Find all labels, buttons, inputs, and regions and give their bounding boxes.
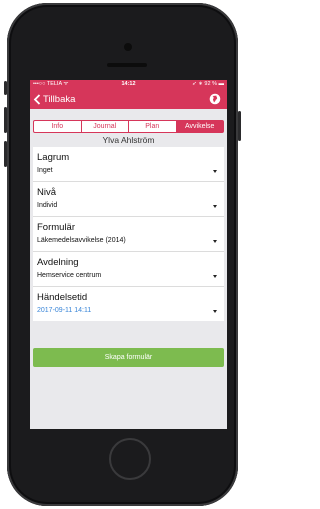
create-form-button[interactable]: Skapa formulär	[33, 348, 224, 367]
field-value: Individ	[37, 202, 58, 209]
back-label: Tillbaka	[43, 93, 76, 105]
form-fields: Lagrum Inget Nivå Individ Formulär Läkem…	[33, 147, 224, 321]
formular-select[interactable]: Formulär Läkemedelsavvikelse (2014)	[33, 217, 224, 252]
mute-switch	[4, 81, 7, 95]
tab-avvikelse[interactable]: Avvikelse	[176, 121, 223, 132]
back-button[interactable]: Tillbaka	[33, 91, 75, 107]
field-value: Hemservice centrum	[37, 272, 102, 279]
tab-journal[interactable]: Journal	[82, 121, 129, 132]
power-button	[238, 111, 241, 141]
volume-down-button	[4, 141, 7, 167]
field-label: Nivå	[37, 187, 57, 198]
avdelning-select[interactable]: Avdelning Hemservice centrum	[33, 252, 224, 287]
dropdown-arrow-icon	[213, 240, 217, 243]
home-button[interactable]	[109, 438, 151, 480]
client-name: Ylva Ahlström	[102, 135, 155, 145]
dropdown-arrow-icon	[213, 275, 217, 278]
niva-select[interactable]: Nivå Individ	[33, 182, 224, 217]
handelsetid-picker[interactable]: Händelsetid 2017-09-11 14:11	[33, 287, 224, 321]
field-value: 2017-09-11 14:11	[37, 307, 92, 314]
globe-icon[interactable]	[209, 93, 221, 105]
earpiece-speaker	[107, 63, 147, 67]
status-bar: •••○○ TELIA ᯤ 14:12 ➶ ∗ 92 % ▬	[30, 80, 227, 89]
chevron-left-icon	[33, 93, 41, 105]
front-camera	[124, 43, 132, 51]
dropdown-arrow-icon	[213, 170, 217, 173]
navigation-bar: Tillbaka	[30, 89, 227, 109]
tab-plan[interactable]: Plan	[129, 121, 177, 132]
tab-bar: Info Journal Plan Avvikelse	[33, 120, 224, 133]
field-value: Inget	[37, 167, 53, 174]
field-label: Formulär	[37, 222, 76, 233]
volume-up-button	[4, 107, 7, 133]
field-value: Läkemedelsavvikelse (2014)	[37, 237, 126, 244]
dropdown-arrow-icon	[213, 310, 217, 313]
battery-status: ➶ ∗ 92 % ▬	[192, 81, 224, 87]
dropdown-arrow-icon	[213, 205, 217, 208]
field-label: Lagrum	[37, 152, 70, 163]
field-label: Avdelning	[37, 257, 79, 268]
app-screen: •••○○ TELIA ᯤ 14:12 ➶ ∗ 92 % ▬ Tillbaka …	[30, 80, 227, 429]
lagrum-select[interactable]: Lagrum Inget	[33, 147, 224, 182]
field-label: Händelsetid	[37, 292, 88, 303]
tab-info[interactable]: Info	[34, 121, 82, 132]
